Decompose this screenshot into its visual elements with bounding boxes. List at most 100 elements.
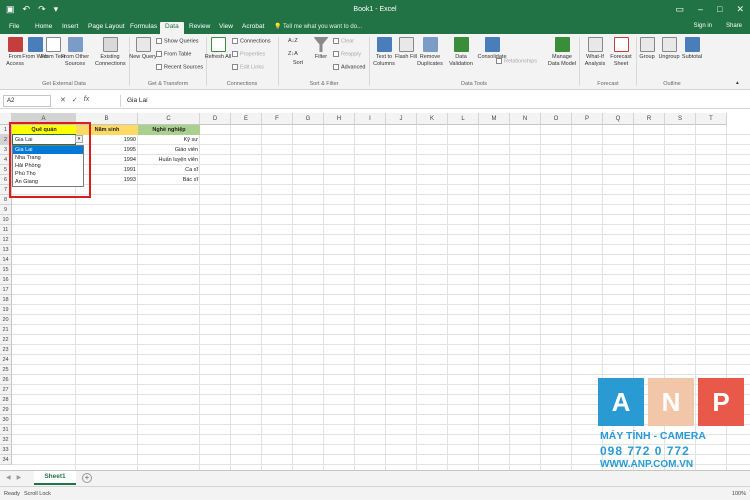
row-header-34[interactable]: 34 [0,455,12,465]
manage-data-model-button[interactable]: Manage Data Model [547,37,577,67]
close-icon[interactable]: ✕ [736,4,744,15]
recent-sources-button[interactable]: Recent Sources [156,64,203,71]
connections-button[interactable]: Connections [232,38,271,45]
sign-in-link[interactable]: Sign in [694,23,712,29]
row-header-10[interactable]: 10 [0,215,12,225]
refresh-all-button[interactable]: Refresh All [203,37,233,61]
tab-review[interactable]: Review [189,22,210,34]
column-header-i[interactable]: I [355,113,386,125]
row-header-16[interactable]: 16 [0,275,12,285]
row-header-33[interactable]: 33 [0,445,12,455]
row-header-20[interactable]: 20 [0,315,12,325]
row-header-15[interactable]: 15 [0,265,12,275]
column-header-l[interactable]: L [448,113,479,125]
edit-links-button[interactable]: Edit Links [232,64,264,71]
sheet-tab-sheet1[interactable]: Sheet1 [34,471,76,485]
cell-c4[interactable]: Huấn luyện viên [138,155,200,165]
cancel-icon[interactable]: ✕ [60,96,66,104]
row-header-11[interactable]: 11 [0,225,12,235]
tab-data[interactable]: Data [160,22,184,34]
row-header-22[interactable]: 22 [0,335,12,345]
enter-icon[interactable]: ✓ [72,96,78,104]
cell-c5[interactable]: Ca sĩ [138,165,200,175]
tab-formulas[interactable]: Formulas [130,22,157,34]
clear-button[interactable]: Clear [333,38,354,45]
column-header-h[interactable]: H [324,113,355,125]
column-header-m[interactable]: M [479,113,510,125]
column-header-q[interactable]: Q [603,113,634,125]
column-header-f[interactable]: F [262,113,293,125]
row-header-30[interactable]: 30 [0,415,12,425]
row-header-14[interactable]: 14 [0,255,12,265]
row-header-23[interactable]: 23 [0,345,12,355]
column-header-p[interactable]: P [572,113,603,125]
row-header-31[interactable]: 31 [0,425,12,435]
column-header-t[interactable]: T [696,113,727,125]
add-sheet-icon[interactable]: + [82,473,92,483]
cell-c6[interactable]: Bác sĩ [138,175,200,185]
filter-button[interactable]: Filter [306,37,336,61]
prev-sheet-icon[interactable]: ◀ [6,474,11,481]
column-header-o[interactable]: O [541,113,572,125]
row-header-12[interactable]: 12 [0,235,12,245]
row-header-13[interactable]: 13 [0,245,12,255]
show-queries-button[interactable]: Show Queries [156,38,199,45]
new-query-button[interactable]: New Query [128,37,158,61]
consolidate-button[interactable]: Consolidate [477,37,507,61]
formula-input[interactable]: Gia Lai [120,95,746,107]
collapse-ribbon-icon[interactable]: ▴ [736,80,739,87]
row-header-28[interactable]: 28 [0,395,12,405]
row-header-19[interactable]: 19 [0,305,12,315]
from-other-sources-button[interactable]: From Other Sources [60,37,90,67]
minimize-icon[interactable]: – [698,4,703,15]
cell-c2[interactable]: Kỹ sư [138,135,200,145]
data-validation-button[interactable]: Data Validation [446,37,476,67]
column-header-j[interactable]: J [386,113,417,125]
column-header-n[interactable]: N [510,113,541,125]
subtotal-button[interactable]: Subtotal [677,37,707,61]
column-header-k[interactable]: K [417,113,448,125]
existing-connections-button[interactable]: Existing Connections [95,37,126,67]
column-header-d[interactable]: D [200,113,231,125]
row-header-29[interactable]: 29 [0,405,12,415]
row-header-26[interactable]: 26 [0,375,12,385]
column-header-e[interactable]: E [231,113,262,125]
header-cell-c1[interactable]: Nghề nghiệp [138,125,200,135]
zoom-level[interactable]: 100% [732,491,746,497]
ungroup-icon [661,37,677,52]
row-header-25[interactable]: 25 [0,365,12,375]
maximize-icon[interactable]: □ [717,4,722,15]
row-header-21[interactable]: 21 [0,325,12,335]
row-header-27[interactable]: 27 [0,385,12,395]
tell-me-search[interactable]: 💡 Tell me what you want to do... [274,23,362,30]
tab-insert[interactable]: Insert [62,22,78,34]
next-sheet-icon[interactable]: ▶ [17,474,22,481]
tab-home[interactable]: Home [35,22,52,34]
from-table-button[interactable]: From Table [156,51,191,58]
reapply-button[interactable]: Reapply [333,51,361,58]
remove-duplicates-button[interactable]: Remove Duplicates [415,37,445,67]
share-button[interactable]: Share [726,23,742,29]
row-header-9[interactable]: 9 [0,205,12,215]
advanced-button[interactable]: Advanced [333,64,365,71]
ribbon-display-icon[interactable]: ▭ [675,4,684,15]
tab-page-layout[interactable]: Page Layout [88,22,125,34]
column-header-r[interactable]: R [634,113,665,125]
tab-acrobat[interactable]: Acrobat [242,22,264,34]
text-file-icon [45,37,61,52]
properties-button[interactable]: Properties [232,51,265,58]
row-header-18[interactable]: 18 [0,295,12,305]
tab-file[interactable]: File [9,22,19,34]
row-header-17[interactable]: 17 [0,285,12,295]
cell-c3[interactable]: Giáo viên [138,145,200,155]
relationships-button[interactable]: Relationships [496,58,537,65]
column-header-c[interactable]: C [138,113,200,125]
column-header-s[interactable]: S [665,113,696,125]
gridline-vertical [571,125,572,470]
row-header-32[interactable]: 32 [0,435,12,445]
tab-view[interactable]: View [219,22,233,34]
row-header-24[interactable]: 24 [0,355,12,365]
insert-function-icon[interactable]: fx [84,96,89,104]
name-box[interactable]: A2 [3,95,51,107]
column-header-g[interactable]: G [293,113,324,125]
